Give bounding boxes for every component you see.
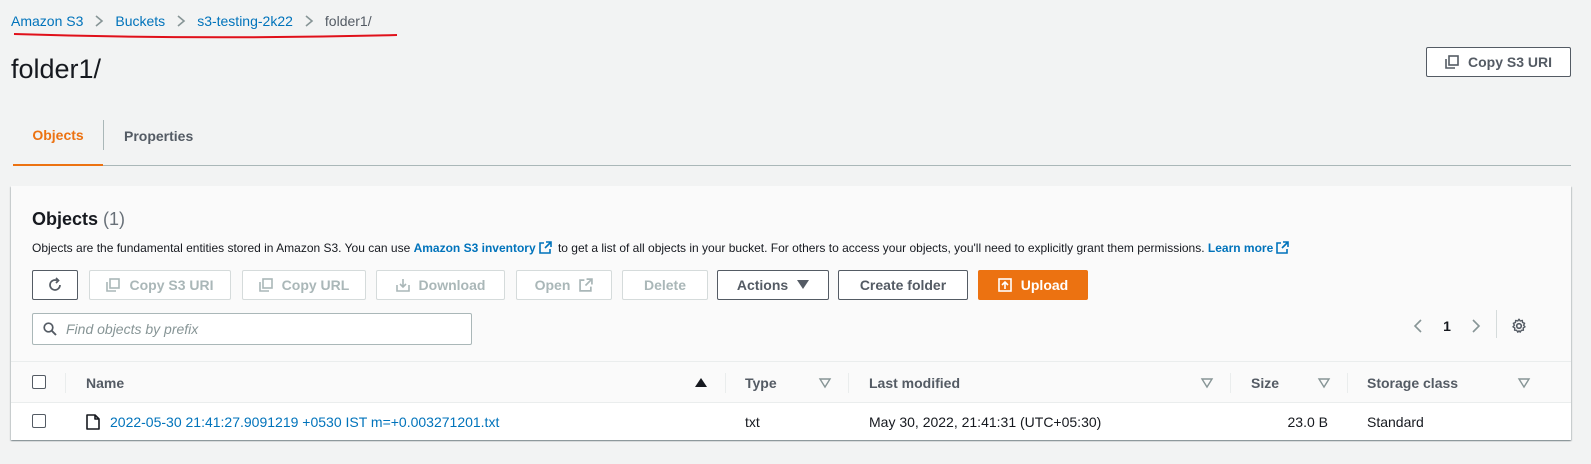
breadcrumb-amazon-s3[interactable]: Amazon S3 [11,13,83,29]
objects-panel: Objects (1) Objects are the fundamental … [11,186,1571,440]
column-header-type[interactable]: Type [745,362,777,404]
chevron-left-icon[interactable] [1408,315,1428,337]
download-icon [395,279,410,292]
column-header-last-modified[interactable]: Last modified [869,362,960,404]
copy-icon [1445,55,1459,69]
upload-icon [997,278,1012,292]
refresh-button[interactable] [32,270,78,300]
column-divider [725,373,726,393]
objects-title-text: Objects [32,209,99,229]
sort-icon[interactable] [1517,376,1531,390]
objects-description: Objects are the fundamental entities sto… [32,241,1292,255]
select-all-checkbox[interactable] [32,375,46,389]
object-name-cell: 2022-05-30 21:41:27.9091219 +0530 IST m=… [86,403,499,440]
tab-list: Objects Properties [13,118,1571,166]
learn-more-link[interactable]: Learn more [1208,241,1273,255]
page-title: folder1/ [11,54,102,84]
upload-button[interactable]: Upload [978,270,1088,300]
object-name-link[interactable]: 2022-05-30 21:41:27.9091219 +0530 IST m=… [110,414,499,430]
red-annotation-underline [13,33,398,39]
chevron-right-icon [83,15,115,27]
refresh-icon [49,277,61,291]
description-prefix: Objects are the fundamental entities sto… [32,241,411,255]
copy-s3-uri-toolbar-button[interactable]: Copy S3 URI [89,270,231,300]
object-last-modified-cell: May 30, 2022, 21:41:31 (UTC+05:30) [869,413,1102,430]
row-checkbox[interactable] [32,414,46,428]
chevron-right-icon[interactable] [1466,315,1486,337]
object-size-cell: 23.0 B [1287,413,1328,430]
column-divider [848,373,849,393]
table-header: Name Type Last modified Size Storage cla… [11,361,1571,403]
gear-icon[interactable] [1508,315,1530,337]
table-row: 2022-05-30 21:41:27.9091219 +0530 IST m=… [11,403,1571,440]
column-header-name[interactable]: Name [86,362,124,404]
external-link-icon [538,241,552,254]
search-icon [43,322,57,336]
download-label: Download [418,277,486,293]
copy-icon [258,278,273,292]
delete-button[interactable]: Delete [622,270,708,300]
sort-ascending-icon[interactable] [694,376,708,390]
pagination: 1 [1408,315,1486,337]
copy-s3-uri-label: Copy S3 URI [1467,54,1552,70]
file-icon [86,413,100,430]
breadcrumb: Amazon S3 Buckets s3-testing-2k22 folder… [11,13,372,29]
objects-panel-title: Objects (1) [32,209,125,230]
tab-objects[interactable]: Objects [13,118,103,166]
sort-icon[interactable] [818,376,832,390]
column-divider [1347,373,1348,393]
search-input[interactable] [66,321,446,337]
download-button[interactable]: Download [376,270,505,300]
breadcrumb-buckets[interactable]: Buckets [115,13,165,29]
create-folder-button[interactable]: Create folder [838,270,968,300]
copy-url-label: Copy URL [281,277,350,293]
sort-icon[interactable] [1200,376,1214,390]
column-header-storage-class[interactable]: Storage class [1367,362,1458,404]
column-divider [1230,373,1231,393]
sort-icon[interactable] [1317,376,1331,390]
actions-label: Actions [736,277,789,293]
object-type-cell: txt [745,413,760,430]
external-link-icon [1276,241,1290,254]
object-storage-class-cell: Standard [1367,413,1424,430]
copy-icon [106,278,121,292]
create-folder-label: Create folder [859,277,947,293]
copy-url-button[interactable]: Copy URL [242,270,366,300]
breadcrumb-current: folder1/ [324,13,372,29]
actions-dropdown[interactable]: Actions [717,270,829,300]
upload-label: Upload [1020,277,1069,293]
page-number[interactable]: 1 [1428,318,1466,334]
copy-s3-uri-toolbar-label: Copy S3 URI [129,277,214,293]
search-field[interactable] [32,313,472,345]
tab-properties[interactable]: Properties [104,118,213,154]
breadcrumb-bucket-name[interactable]: s3-testing-2k22 [197,13,293,29]
s3-inventory-link[interactable]: Amazon S3 inventory [414,241,536,255]
column-header-size[interactable]: Size [1251,362,1279,404]
open-button[interactable]: Open [516,270,612,300]
external-link-icon [579,278,594,292]
open-label: Open [534,277,571,293]
chevron-right-icon [165,15,197,27]
column-divider [65,373,66,393]
caret-down-icon [797,280,810,289]
delete-label: Delete [643,277,687,293]
description-middle: to get a list of all objects in your buc… [557,241,1205,255]
pager-divider [1496,310,1497,338]
copy-s3-uri-button[interactable]: Copy S3 URI [1426,47,1571,77]
objects-count: (1) [103,209,126,229]
chevron-right-icon [293,15,325,27]
